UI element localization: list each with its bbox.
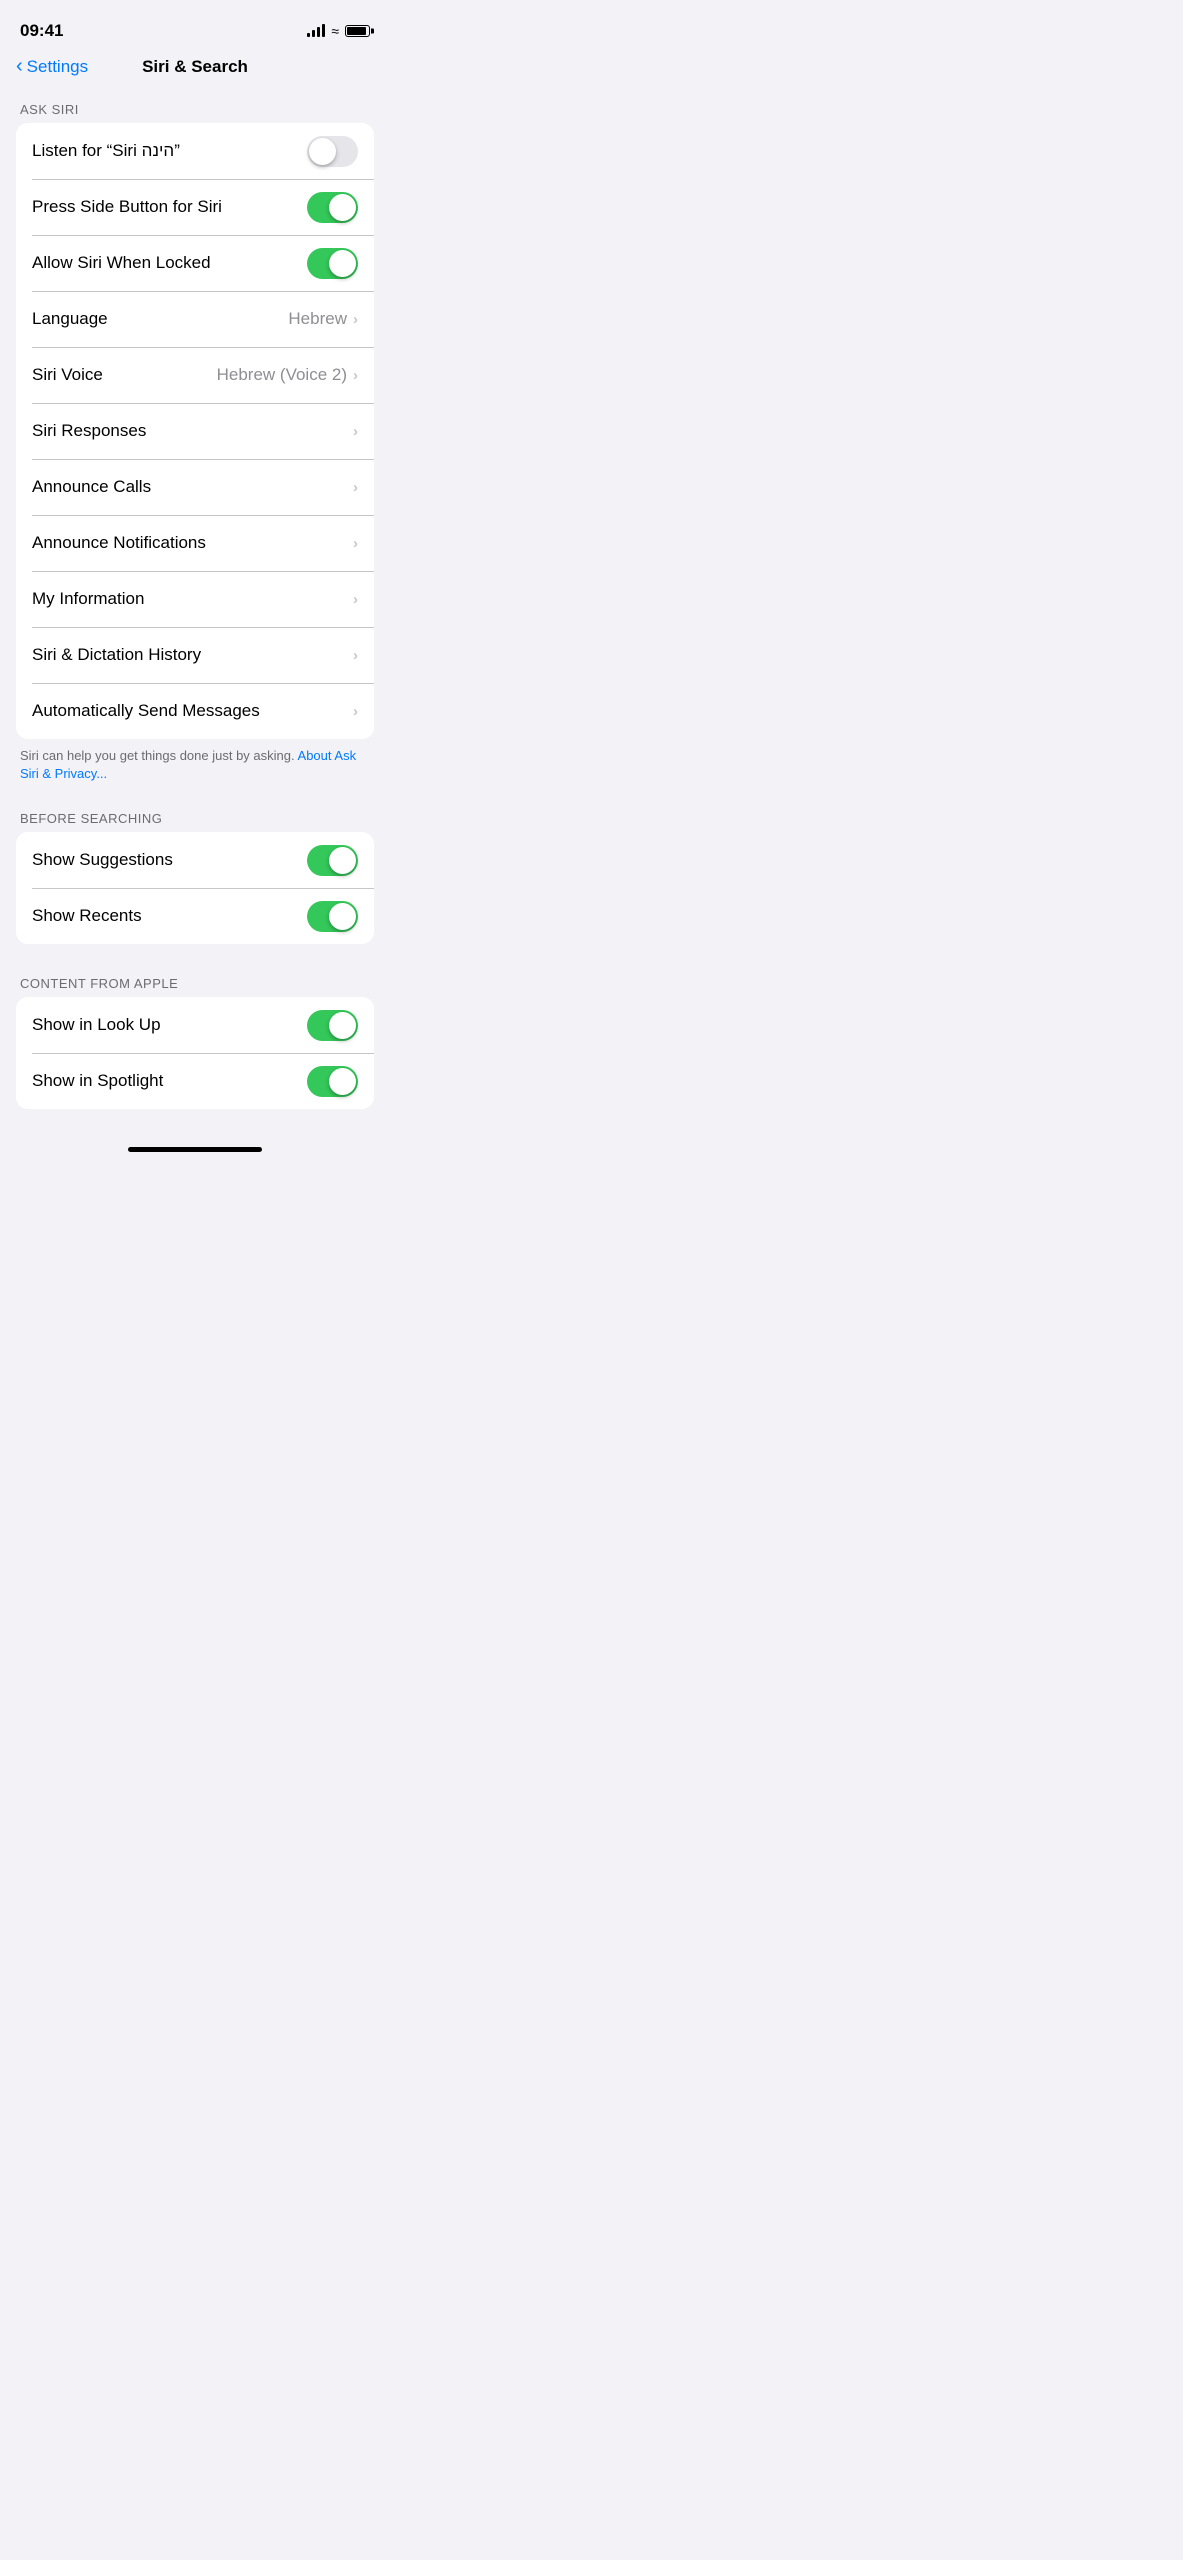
row-my-information[interactable]: My Information › <box>16 571 374 627</box>
back-label: Settings <box>27 57 88 77</box>
row-announce-calls[interactable]: Announce Calls › <box>16 459 374 515</box>
show-in-spotlight-toggle[interactable] <box>307 1066 358 1097</box>
press-side-toggle[interactable] <box>307 192 358 223</box>
language-chevron-icon: › <box>353 311 358 328</box>
ask-siri-footer: Siri can help you get things done just b… <box>0 739 390 799</box>
page-title: Siri & Search <box>142 57 248 77</box>
announce-calls-chevron-icon: › <box>353 479 358 496</box>
show-recents-toggle[interactable] <box>307 901 358 932</box>
siri-responses-label: Siri Responses <box>32 421 353 441</box>
language-label: Language <box>32 309 288 329</box>
row-show-recents: Show Recents <box>16 888 374 944</box>
row-language[interactable]: Language Hebrew › <box>16 291 374 347</box>
language-value: Hebrew <box>288 309 347 329</box>
siri-voice-value: Hebrew (Voice 2) <box>217 365 347 385</box>
announce-notifications-label: Announce Notifications <box>32 533 353 553</box>
allow-locked-label: Allow Siri When Locked <box>32 253 307 273</box>
row-siri-voice[interactable]: Siri Voice Hebrew (Voice 2) › <box>16 347 374 403</box>
row-siri-dictation-history[interactable]: Siri & Dictation History › <box>16 627 374 683</box>
back-button[interactable]: ‹ Settings <box>16 56 88 78</box>
siri-dictation-history-label: Siri & Dictation History <box>32 645 353 665</box>
siri-voice-label: Siri Voice <box>32 365 217 385</box>
press-side-label: Press Side Button for Siri <box>32 197 307 217</box>
section-header-content-from-apple: CONTENT FROM APPLE <box>0 964 390 997</box>
show-in-look-up-toggle[interactable] <box>307 1010 358 1041</box>
siri-voice-chevron-icon: › <box>353 367 358 384</box>
announce-calls-label: Announce Calls <box>32 477 353 497</box>
listen-siri-toggle[interactable] <box>307 136 358 167</box>
ask-siri-card: Listen for “Siri הינה” Press Side Button… <box>16 123 374 739</box>
show-in-look-up-label: Show in Look Up <box>32 1015 307 1035</box>
row-auto-send-messages[interactable]: Automatically Send Messages › <box>16 683 374 739</box>
wifi-icon: ≈ <box>331 23 339 39</box>
listen-siri-label: Listen for “Siri הינה” <box>32 141 307 161</box>
content-from-apple-card: Show in Look Up Show in Spotlight <box>16 997 374 1109</box>
row-show-in-spotlight: Show in Spotlight <box>16 1053 374 1109</box>
signal-icon <box>307 25 325 37</box>
allow-locked-toggle[interactable] <box>307 248 358 279</box>
show-recents-label: Show Recents <box>32 906 307 926</box>
siri-dictation-history-chevron-icon: › <box>353 647 358 664</box>
row-show-suggestions: Show Suggestions <box>16 832 374 888</box>
nav-bar: ‹ Settings Siri & Search <box>0 48 390 90</box>
status-time: 09:41 <box>20 21 63 41</box>
back-chevron-icon: ‹ <box>16 55 23 78</box>
battery-icon <box>345 25 370 37</box>
status-bar: 09:41 ≈ <box>0 0 390 48</box>
before-searching-card: Show Suggestions Show Recents <box>16 832 374 944</box>
auto-send-messages-label: Automatically Send Messages <box>32 701 353 721</box>
row-allow-locked: Allow Siri When Locked <box>16 235 374 291</box>
row-announce-notifications[interactable]: Announce Notifications › <box>16 515 374 571</box>
row-siri-responses[interactable]: Siri Responses › <box>16 403 374 459</box>
home-indicator <box>128 1147 262 1152</box>
show-suggestions-toggle[interactable] <box>307 845 358 876</box>
announce-notifications-chevron-icon: › <box>353 535 358 552</box>
auto-send-messages-chevron-icon: › <box>353 703 358 720</box>
row-show-in-look-up: Show in Look Up <box>16 997 374 1053</box>
status-icons: ≈ <box>307 23 370 39</box>
row-press-side: Press Side Button for Siri <box>16 179 374 235</box>
show-in-spotlight-label: Show in Spotlight <box>32 1071 307 1091</box>
my-information-chevron-icon: › <box>353 591 358 608</box>
show-suggestions-label: Show Suggestions <box>32 850 307 870</box>
section-header-ask-siri: ASK SIRI <box>0 90 390 123</box>
siri-responses-chevron-icon: › <box>353 423 358 440</box>
section-header-before-searching: BEFORE SEARCHING <box>0 799 390 832</box>
my-information-label: My Information <box>32 589 353 609</box>
row-listen-siri: Listen for “Siri הינה” <box>16 123 374 179</box>
